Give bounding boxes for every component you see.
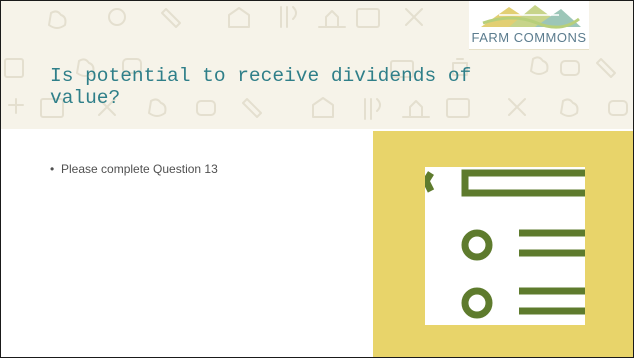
content-area: • Please complete Question 13 bbox=[50, 161, 350, 177]
bullet-marker: • bbox=[50, 162, 55, 176]
checklist-icon bbox=[425, 169, 585, 319]
farm-commons-logo: FARM COMMONS bbox=[469, 1, 589, 50]
chicken-icon bbox=[48, 10, 67, 29]
tools-icon bbox=[405, 8, 423, 26]
barn-icon bbox=[228, 7, 250, 28]
slide-title: Is potential to receive dividends of val… bbox=[50, 65, 472, 109]
pencil-icon bbox=[161, 8, 181, 28]
illustration-panel bbox=[373, 131, 633, 357]
header-band: FARM COMMONS Is potential to receive div… bbox=[1, 1, 633, 129]
slide: FARM COMMONS Is potential to receive div… bbox=[0, 0, 634, 358]
utensils-icon bbox=[280, 6, 297, 28]
calendar-icon bbox=[356, 8, 380, 28]
logo-landscape-icon bbox=[481, 5, 581, 29]
tractor-icon bbox=[318, 10, 346, 28]
checklist-card bbox=[425, 167, 585, 325]
bullet-item: • Please complete Question 13 bbox=[50, 161, 350, 177]
logo-text: FARM COMMONS bbox=[471, 30, 587, 45]
bullet-text: Please complete Question 13 bbox=[61, 162, 218, 176]
grapes-icon bbox=[108, 8, 126, 26]
